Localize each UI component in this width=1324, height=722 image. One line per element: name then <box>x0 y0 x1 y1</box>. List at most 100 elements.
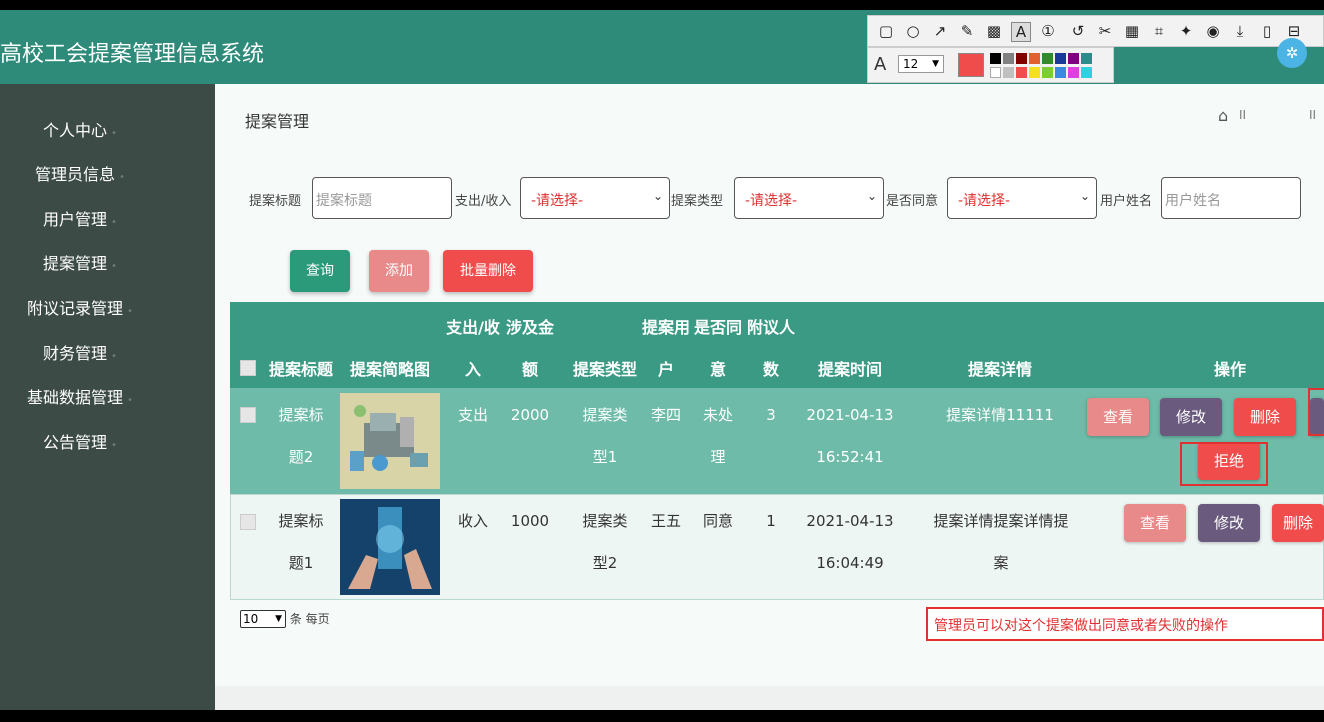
cell-title: 题1 <box>288 554 314 572</box>
save-icon[interactable]: ▯ <box>1257 22 1277 40</box>
chevron-down-icon: ⌄ <box>652 189 663 203</box>
color-swatch[interactable] <box>1016 67 1027 78</box>
page-size-suffix: 条 每页 <box>289 612 330 626</box>
delete-button[interactable]: 删除 <box>1272 504 1324 542</box>
crop-icon[interactable]: ✂ <box>1095 22 1115 40</box>
user-search-input[interactable]: 用户姓名 <box>1161 177 1301 219</box>
color-swatch[interactable] <box>1068 53 1079 64</box>
text-tool-icon[interactable]: A <box>1011 22 1031 42</box>
agree-filter-label: 是否同意 <box>886 194 939 209</box>
color-swatch[interactable] <box>1003 67 1014 78</box>
color-swatch[interactable] <box>1029 67 1040 78</box>
sidebar-item-basic-data[interactable]: 基础数据管理 <box>0 384 160 408</box>
batch-delete-button[interactable]: 批量删除 <box>443 250 533 292</box>
color-swatch[interactable] <box>1055 53 1066 64</box>
undo-icon[interactable]: ↺ <box>1068 22 1088 40</box>
header-count-bottom: 数 <box>762 360 779 379</box>
cell-type: 型1 <box>592 448 618 466</box>
mosaic-tool-icon[interactable]: ▩ <box>984 22 1004 40</box>
sidebar-item-notices[interactable]: 公告管理 <box>0 429 160 453</box>
color-swatch[interactable] <box>1068 67 1079 78</box>
page-size-select[interactable]: 10 ▼ <box>240 610 286 628</box>
pin-icon[interactable]: ✦ <box>1176 22 1196 40</box>
header-amount-bottom: 额 <box>521 360 538 379</box>
ellipse-tool-icon[interactable]: ○ <box>903 22 923 40</box>
color-swatch[interactable] <box>1042 53 1053 64</box>
cell-title: 提案标 <box>278 406 324 424</box>
table-row: 提案标 题2 支出 2000 提案类 型1 李四 未处 理 3 2021-04-… <box>230 388 1324 494</box>
record-icon[interactable]: ◉ <box>1203 22 1223 40</box>
edit-button[interactable]: 修改 <box>1160 398 1222 436</box>
share-icon[interactable]: ✲ <box>1277 38 1307 68</box>
sidebar-item-admin[interactable]: 管理员信息 <box>0 161 160 185</box>
page-title: 提案管理 <box>245 112 310 131</box>
color-swatch[interactable] <box>1029 53 1040 64</box>
row-checkbox[interactable] <box>240 407 256 423</box>
cell-detail: 提案详情11111 <box>946 406 1054 424</box>
cell-detail: 提案详情提案详情提 <box>933 512 1069 530</box>
cell-type: 提案类 <box>582 512 628 530</box>
color-swatch[interactable] <box>1042 67 1053 78</box>
rectangle-tool-icon[interactable]: ▢ <box>876 22 896 40</box>
cell-inout: 支出 <box>457 406 488 424</box>
title-filter-label: 提案标题 <box>249 194 302 209</box>
download-icon[interactable]: ⤓ <box>1230 22 1250 40</box>
cell-time: 16:04:49 <box>816 554 884 572</box>
scan-icon[interactable]: ⌗ <box>1149 22 1169 40</box>
sidebar-item-finance[interactable]: 财务管理 <box>0 340 160 364</box>
sidebar-item-proposals[interactable]: 提案管理 <box>0 250 160 274</box>
type-filter-label: 提案类型 <box>671 194 724 209</box>
cell-inout: 收入 <box>457 512 488 530</box>
arrow-tool-icon[interactable]: ↗ <box>930 22 950 40</box>
edit-button[interactable]: 修改 <box>1198 504 1260 542</box>
footer-band <box>215 686 1324 710</box>
header-agree-bottom: 意 <box>709 360 726 379</box>
color-swatch[interactable] <box>1003 53 1014 64</box>
chevron-down-icon: ▼ <box>275 614 282 624</box>
chevron-down-icon: ⌄ <box>866 189 877 203</box>
cell-time: 2021-04-13 <box>806 406 894 424</box>
proposal-thumbnail[interactable] <box>340 393 440 489</box>
color-swatch[interactable] <box>1055 67 1066 78</box>
table-header: 提案标题 提案简略图 支出/收 入 涉及金 额 提案类型 提案用 户 是否同 意… <box>230 302 1324 388</box>
color-swatch[interactable] <box>1081 53 1092 64</box>
type-select[interactable]: -请选择- ⌄ <box>734 177 884 219</box>
sidebar-item-seconding[interactable]: 附议记录管理 <box>0 295 160 319</box>
color-swatch[interactable] <box>990 53 1001 64</box>
add-button[interactable]: 添加 <box>369 250 429 292</box>
delete-button[interactable]: 删除 <box>1234 398 1296 436</box>
header-type: 提案类型 <box>572 360 637 379</box>
color-swatch[interactable] <box>1016 53 1027 64</box>
view-button[interactable]: 查看 <box>1124 504 1186 542</box>
header-inout-bottom: 入 <box>464 360 481 379</box>
proposals-table: 提案标题 提案简略图 支出/收 入 涉及金 额 提案类型 提案用 户 是否同 意… <box>230 302 1324 602</box>
user-filter-label: 用户姓名 <box>1100 194 1153 209</box>
title-search-input[interactable]: 提案标题 <box>312 177 452 219</box>
breadcrumb-separator: II <box>1239 108 1247 122</box>
number-tool-icon[interactable]: ① <box>1038 22 1058 40</box>
cell-user: 李四 <box>650 406 681 424</box>
sidebar-item-users[interactable]: 用户管理 <box>0 206 160 230</box>
reject-highlight-frame <box>1180 442 1268 486</box>
annotation-note[interactable]: 管理员可以对这个提案做出同意或者失败的操作 <box>926 607 1324 641</box>
query-button[interactable]: 查询 <box>290 250 350 292</box>
agree-select[interactable]: -请选择- ⌄ <box>947 177 1097 219</box>
header-user-top: 提案用 <box>641 318 690 337</box>
pen-tool-icon[interactable]: ✎ <box>957 22 977 40</box>
cell-title: 题2 <box>288 448 314 466</box>
cell-type: 提案类 <box>582 406 628 424</box>
sidebar-item-personal[interactable]: 个人中心 <box>0 117 160 141</box>
home-icon[interactable]: ⌂ <box>1218 106 1228 125</box>
color-swatch[interactable] <box>990 67 1001 78</box>
sidebar: 个人中心 管理员信息 用户管理 提案管理 附议记录管理 财务管理 基础数据管理 … <box>0 84 215 710</box>
annotation-toolbar: ▢ ○ ↗ ✎ ▩ A ① ↺ ✂ ▦ ⌗ ✦ ◉ ⤓ ▯ ⊟ <box>867 15 1324 47</box>
row-checkbox[interactable] <box>240 514 256 530</box>
inout-select[interactable]: -请选择- ⌄ <box>520 177 670 219</box>
color-swatch[interactable] <box>1081 67 1092 78</box>
proposal-thumbnail[interactable] <box>340 499 440 595</box>
select-all-checkbox[interactable] <box>240 360 256 376</box>
ocr-icon[interactable]: ▦ <box>1122 22 1142 40</box>
current-color-swatch[interactable] <box>958 53 984 77</box>
font-size-select[interactable]: 12 ▼ <box>898 55 944 73</box>
view-button[interactable]: 查看 <box>1087 398 1149 436</box>
